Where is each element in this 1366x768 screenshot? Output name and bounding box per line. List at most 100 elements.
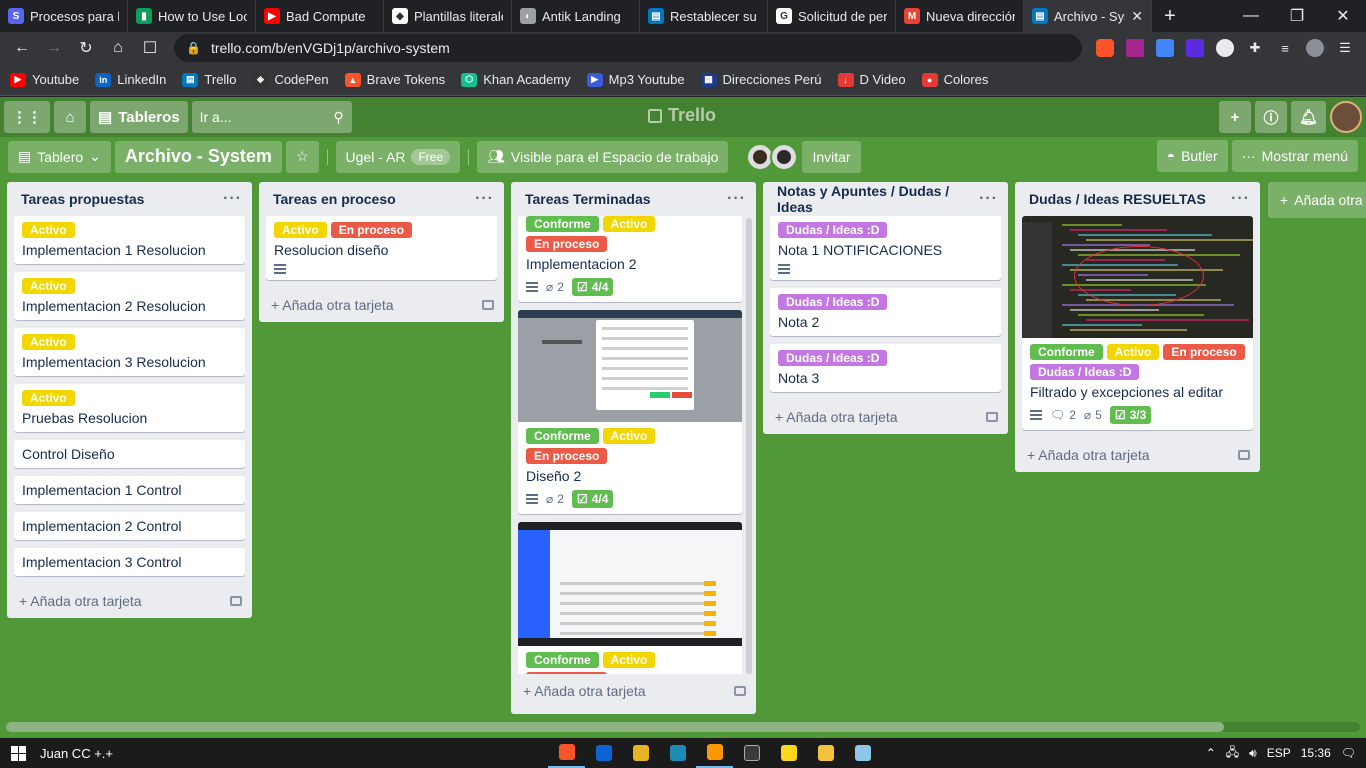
card-label[interactable]: En proceso [1163, 344, 1245, 360]
notepad-taskbar-icon[interactable] [844, 738, 881, 768]
back-icon[interactable]: ← [8, 34, 36, 62]
info-icon[interactable]: ⓘ [1254, 101, 1287, 133]
puzzle-icon[interactable]: ✚ [1242, 35, 1268, 61]
board-horizontal-scrollbar[interactable] [0, 714, 1366, 738]
bookmark-item[interactable]: ⬡ Khan Academy [461, 72, 571, 87]
search-input[interactable]: Ir a... ⚲ [191, 101, 352, 133]
home-button[interactable]: ⌂ [54, 101, 86, 133]
card[interactable]: Implementacion 1 Control [14, 476, 245, 504]
card-label[interactable]: Dudas / Ideas :D [778, 294, 888, 310]
list-menu-icon[interactable]: ··· [727, 190, 746, 208]
bookmark-item[interactable]: ↓ D Video [837, 72, 906, 87]
template-icon[interactable] [230, 596, 242, 606]
bookmark-item[interactable]: ▶ Youtube [10, 72, 79, 87]
card[interactable]: Dudas / Ideas :D Nota 1 NOTIFICACIONES [770, 216, 1001, 280]
sublime-taskbar-icon[interactable] [696, 738, 733, 768]
translate-icon[interactable] [1152, 35, 1178, 61]
card-label[interactable]: Conforme [526, 652, 599, 668]
browser-tab[interactable]: ▮ How to Use Loca [128, 0, 256, 32]
star-button[interactable]: ☆ [285, 140, 319, 173]
card-label[interactable]: Dudas / Ideas :D [1030, 364, 1140, 380]
bookmark-item[interactable]: ● Colores [921, 72, 988, 87]
close-window-icon[interactable]: ✕ [1320, 0, 1366, 32]
list-title[interactable]: Tareas en proceso [273, 191, 396, 207]
file-explorer-taskbar-icon[interactable] [807, 738, 844, 768]
new-tab-icon[interactable]: + [1152, 0, 1188, 32]
card-label[interactable]: Dudas / Ideas :D [778, 222, 888, 238]
home-icon[interactable]: ⌂ [104, 34, 132, 62]
network-icon[interactable]: 🖧︎ [1226, 743, 1239, 764]
card-label[interactable]: Activo [22, 222, 75, 238]
card-label[interactable]: Activo [22, 390, 75, 406]
list-menu-icon[interactable]: ··· [979, 190, 998, 208]
brave-rewards-icon[interactable] [1122, 35, 1148, 61]
add-card-button[interactable]: + Añada otra tarjeta [763, 400, 1008, 434]
boards-button[interactable]: ▤ Tableros [90, 101, 188, 133]
sticky-notes-taskbar-icon[interactable] [770, 738, 807, 768]
volume-icon[interactable]: 🔊︎ [1249, 746, 1257, 761]
list-menu-icon[interactable]: ··· [475, 190, 494, 208]
bookmark-item[interactable]: ▲ Brave Tokens [344, 72, 445, 87]
card-label[interactable]: En proceso [526, 672, 608, 674]
template-icon[interactable] [1238, 450, 1250, 460]
card[interactable]: Conforme Activo En proceso Implementacion 2… [518, 216, 742, 302]
card[interactable]: Activo Implementacion 2 Resolucion [14, 272, 245, 320]
card[interactable]: Control Diseño [14, 440, 245, 468]
card[interactable]: Implementacion 2 Control [14, 512, 245, 540]
card-label[interactable]: Activo [602, 428, 656, 444]
card-label[interactable]: Activo [274, 222, 327, 238]
invite-button[interactable]: Invitar [802, 140, 861, 173]
card[interactable]: Conforme Activo En proceso Diseño 2 ⌀ 2 ☑ 4/4 [518, 310, 742, 514]
card[interactable]: Activo En proceso Resolucion diseño [266, 216, 497, 280]
browser-tab[interactable]: S Procesos para la [0, 0, 128, 32]
list-title[interactable]: Tareas propuestas [21, 191, 144, 207]
card[interactable]: Activo Implementacion 3 Resolucion [14, 328, 245, 376]
brave-shield-icon[interactable] [1092, 35, 1118, 61]
card[interactable]: Activo Implementacion 1 Resolucion [14, 216, 245, 264]
brave-taskbar-icon[interactable] [548, 738, 585, 768]
browser-tab[interactable]: ▶ Bad Compute [256, 0, 384, 32]
card-label[interactable]: Dudas / Ideas :D [778, 350, 888, 366]
bookmark-icon[interactable]: ☐ [136, 34, 164, 62]
add-list-button[interactable]: + Añada otra lista [1268, 182, 1366, 218]
card-label[interactable]: En proceso [526, 448, 608, 464]
list-title[interactable]: Notas y Apuntes / Dudas / Ideas [777, 183, 979, 215]
star-app-taskbar-icon[interactable] [622, 738, 659, 768]
browser-tab[interactable]: G Solicitud de perm [768, 0, 896, 32]
chevron-up-icon[interactable]: ⌃ [1206, 746, 1216, 760]
bookmark-item[interactable]: in LinkedIn [95, 72, 166, 87]
mail-taskbar-icon[interactable] [585, 738, 622, 768]
butler-button[interactable]: ◓ Butler [1156, 140, 1228, 172]
card-label[interactable]: En proceso [526, 236, 608, 252]
clock[interactable]: 15:36 [1301, 746, 1331, 760]
browser-menu-icon[interactable]: ☰ [1332, 35, 1358, 61]
card[interactable]: Dudas / Ideas :D Nota 2 [770, 288, 1001, 336]
bookmark-item[interactable]: ▤ Trello [182, 72, 236, 87]
forward-icon[interactable]: → [40, 34, 68, 62]
notifications-icon[interactable]: 🗨︎ [1341, 746, 1356, 760]
board-title[interactable]: Archivo - System [114, 140, 282, 173]
card[interactable]: ConformeActivoEn procesoImplementacion 1… [518, 522, 742, 674]
list-menu-icon[interactable]: ··· [1231, 190, 1250, 208]
browser-tab[interactable]: ▤ Restablecer su co [640, 0, 768, 32]
workspace-button[interactable]: Ugel - AR Free [335, 140, 461, 173]
minimize-icon[interactable]: — [1228, 0, 1274, 32]
card-label[interactable]: Activo [22, 278, 75, 294]
card-label[interactable]: Activo [1106, 344, 1160, 360]
keyboard-language[interactable]: ESP [1267, 746, 1291, 760]
browser-tab[interactable]: ◐ Antik Landing [512, 0, 640, 32]
scrollbar-thumb[interactable] [6, 722, 1224, 732]
card-label[interactable]: Conforme [526, 216, 599, 232]
card-label[interactable]: Activo [22, 334, 75, 350]
restore-icon[interactable]: ❐ [1274, 0, 1320, 32]
list-title[interactable]: Dudas / Ideas RESUELTAS [1029, 191, 1206, 207]
extension-icon[interactable] [1182, 35, 1208, 61]
show-menu-button[interactable]: ··· Mostrar menú [1231, 140, 1358, 172]
list-title[interactable]: Tareas Terminadas [525, 191, 651, 207]
template-icon[interactable] [986, 412, 998, 422]
card-label[interactable]: En proceso [330, 222, 413, 238]
add-card-button[interactable]: + Añada otra tarjeta [1015, 438, 1260, 472]
member-avatar[interactable] [770, 142, 799, 171]
add-card-button[interactable]: + Añada otra tarjeta [511, 674, 756, 708]
browser-tab[interactable]: ◆ Plantillas literales [384, 0, 512, 32]
